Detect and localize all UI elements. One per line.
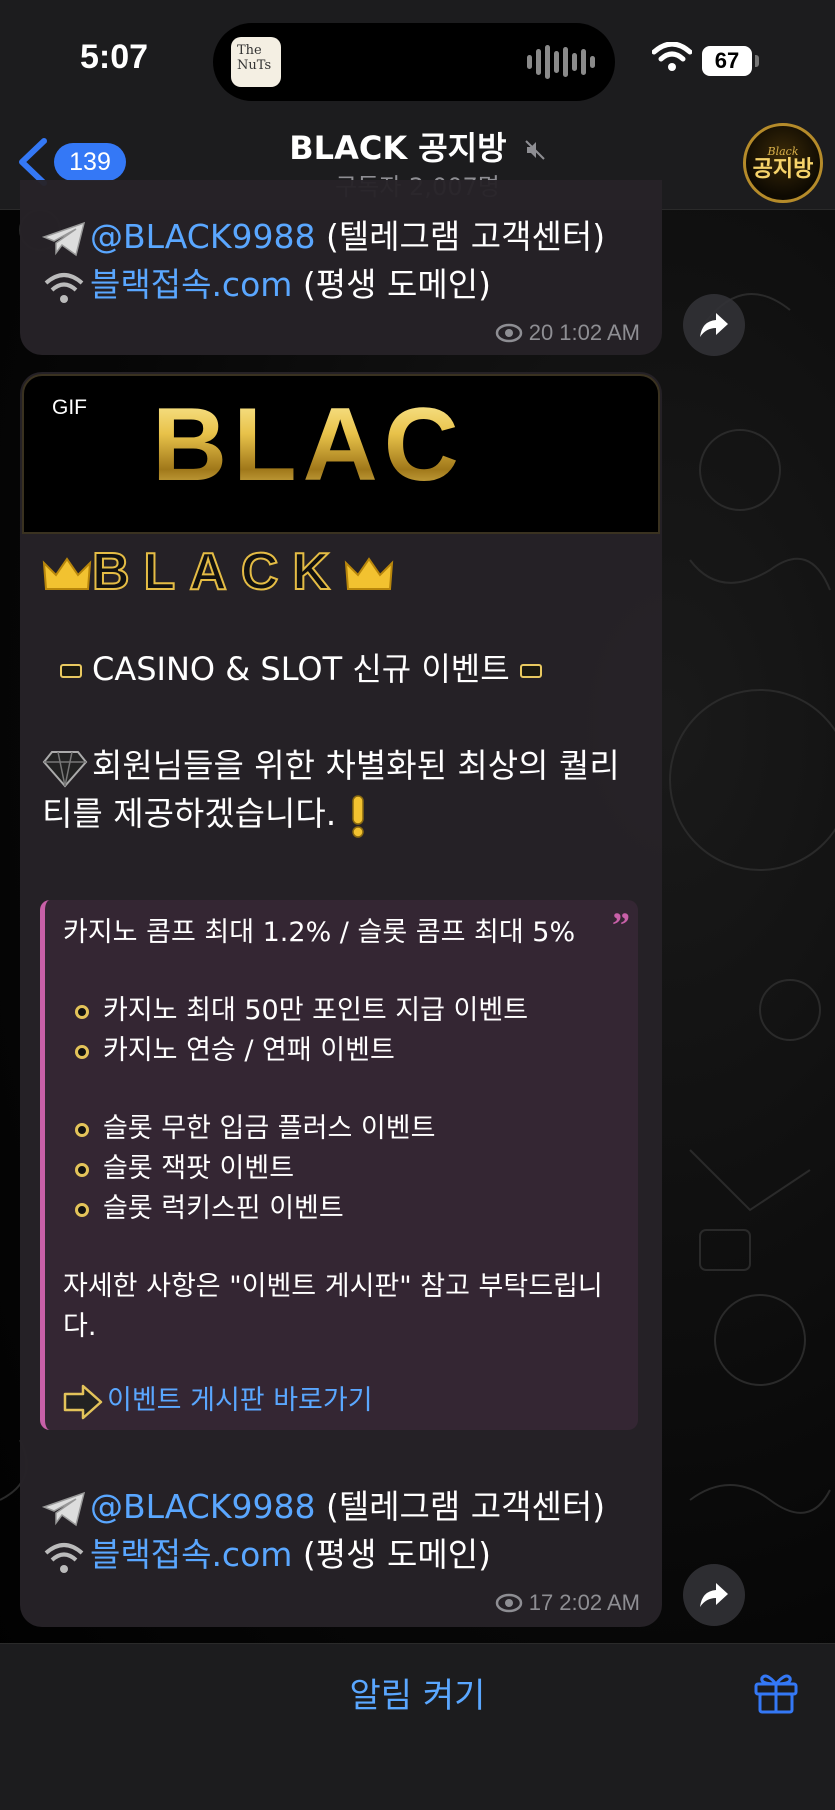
gif-media[interactable]: GIF BLAC xyxy=(22,374,660,534)
detail-line2: 다. xyxy=(63,1311,97,1342)
telegram-line: @BLACK9988 (텔레그램 고객센터) xyxy=(42,210,605,258)
dash-icon xyxy=(60,664,82,678)
list-item: 슬롯 잭팟 이벤트 xyxy=(63,1146,294,1185)
event-board-link[interactable]: 이벤트 게시판 바로가기 xyxy=(107,1385,373,1416)
bullet-icon xyxy=(75,1122,89,1137)
domain-desc: (평생 도메인) xyxy=(302,265,491,304)
arrow-right-icon xyxy=(63,1384,103,1419)
list-item: 슬롯 럭키스핀 이벤트 xyxy=(63,1186,344,1225)
bullet-icon xyxy=(75,1004,89,1019)
dash-icon xyxy=(519,664,542,678)
telegram-icon xyxy=(42,221,86,256)
message-time: 1:02 AM xyxy=(559,320,640,345)
quote-mark-icon: ” xyxy=(612,905,630,945)
list-item-text: 슬롯 럭키스핀 이벤트 xyxy=(103,1193,344,1224)
telegram-line: @BLACK9988 (텔레그램 고객센터) xyxy=(42,1480,605,1528)
message-bubble[interactable]: GIF BLAC BLACK CASINO & SLOT 신규 이벤트 회원님들… xyxy=(20,372,662,1627)
share-icon xyxy=(700,1583,728,1607)
list-item-text: 카지노 연승 / 연패 이벤트 xyxy=(103,1035,395,1066)
chat-title-text: BLACK 공지방 xyxy=(289,129,507,167)
bullet-icon xyxy=(75,1202,89,1217)
telegram-desc: (텔레그램 고객센터) xyxy=(325,1487,606,1526)
event-title-text: CASINO & SLOT 신규 이벤트 xyxy=(92,650,510,688)
message-time: 2:02 AM xyxy=(559,1590,640,1615)
mute-icon xyxy=(525,140,545,160)
avatar-small-text: Black xyxy=(767,144,799,158)
audio-wave-icon xyxy=(527,45,595,79)
dynamic-island: The NuTs xyxy=(213,23,615,101)
telegram-desc: (텔레그램 고객센터) xyxy=(325,217,606,256)
quote-headline: 카지노 콤프 최대 1.2% / 슬롯 콤프 최대 5% xyxy=(63,917,576,948)
domain-link[interactable]: 블랙접속.com xyxy=(90,1535,292,1574)
eye-icon xyxy=(495,323,523,343)
status-bar: 5:07 The NuTs 67 xyxy=(0,0,835,115)
list-item-text: 슬롯 무한 입금 플러스 이벤트 xyxy=(103,1113,436,1144)
exclamation-icon xyxy=(351,794,364,838)
list-item: 카지노 연승 / 연패 이벤트 xyxy=(63,1028,395,1067)
description-line2: 티를 제공하겠습니다. xyxy=(42,794,337,833)
board-link-line: 이벤트 게시판 바로가기 xyxy=(63,1378,373,1420)
gif-logo-text: BLAC xyxy=(152,387,465,503)
brand-text: BLACK xyxy=(91,542,344,602)
detail-line1: 자세한 사항은 "이벤트 게시판" 참고 부탁드립니 xyxy=(63,1271,603,1302)
status-time: 5:07 xyxy=(80,38,149,76)
domain-line: 블랙접속.com (평생 도메인) xyxy=(42,258,491,306)
list-item: 슬롯 무한 입금 플러스 이벤트 xyxy=(63,1106,435,1145)
chat-title[interactable]: BLACK 공지방 xyxy=(0,123,835,169)
list-item-text: 슬롯 잭팟 이벤트 xyxy=(103,1153,295,1184)
list-item: 카지노 최대 50만 포인트 지급 이벤트 xyxy=(63,988,528,1027)
crown-icon xyxy=(42,557,92,591)
telegram-handle-link[interactable]: @BLACK9988 xyxy=(90,217,315,256)
wifi-signal-icon xyxy=(652,42,692,71)
channel-avatar[interactable]: Black 공지방 xyxy=(743,123,823,203)
bullet-icon xyxy=(75,1162,89,1177)
domain-line: 블랙접속.com (평생 도메인) xyxy=(42,1528,491,1576)
domain-link[interactable]: 블랙접속.com xyxy=(90,265,292,304)
view-count: 20 xyxy=(528,320,554,345)
battery-tip xyxy=(755,55,759,67)
eye-icon xyxy=(495,1593,523,1613)
share-button[interactable] xyxy=(683,294,745,356)
wifi-icon xyxy=(44,272,84,303)
event-title: CASINO & SLOT 신규 이벤트 xyxy=(50,644,552,690)
gif-label: GIF xyxy=(52,396,87,419)
description: 회원님들을 위한 차별화된 최상의 퀄리 티를 제공하겠습니다. xyxy=(42,742,642,838)
brand-line: BLACK xyxy=(42,542,394,602)
gift-icon[interactable] xyxy=(752,1668,800,1716)
notify-toggle-button[interactable]: 알림 켜기 xyxy=(0,1668,835,1717)
diamond-icon xyxy=(42,750,88,788)
telegram-icon xyxy=(42,1491,86,1526)
message-meta: 17 2:02 AM xyxy=(495,1590,640,1616)
crown-icon xyxy=(344,557,394,591)
share-button[interactable] xyxy=(683,1564,745,1626)
now-playing-app-icon: The NuTs xyxy=(231,37,281,87)
list-item-text: 카지노 최대 50만 포인트 지급 이벤트 xyxy=(103,995,529,1026)
domain-desc: (평생 도메인) xyxy=(302,1535,491,1574)
view-count: 17 xyxy=(528,1590,554,1615)
share-icon xyxy=(700,313,728,337)
bullet-icon xyxy=(75,1044,89,1059)
bottom-bar: 알림 켜기 xyxy=(0,1643,835,1810)
battery-indicator: 67 xyxy=(702,46,752,76)
event-quote-block: ” 카지노 콤프 최대 1.2% / 슬롯 콤프 최대 5% 카지노 최대 50… xyxy=(40,900,638,1430)
wifi-icon xyxy=(44,1542,84,1573)
telegram-handle-link[interactable]: @BLACK9988 xyxy=(90,1487,315,1526)
description-line1: 회원님들을 위한 차별화된 최상의 퀄리 xyxy=(92,746,620,785)
message-meta: 20 1:02 AM xyxy=(495,320,640,346)
message-bubble[interactable]: @BLACK9988 (텔레그램 고객센터) 블랙접속.com (평생 도메인)… xyxy=(20,180,662,355)
avatar-main-text: 공지방 xyxy=(752,156,814,182)
